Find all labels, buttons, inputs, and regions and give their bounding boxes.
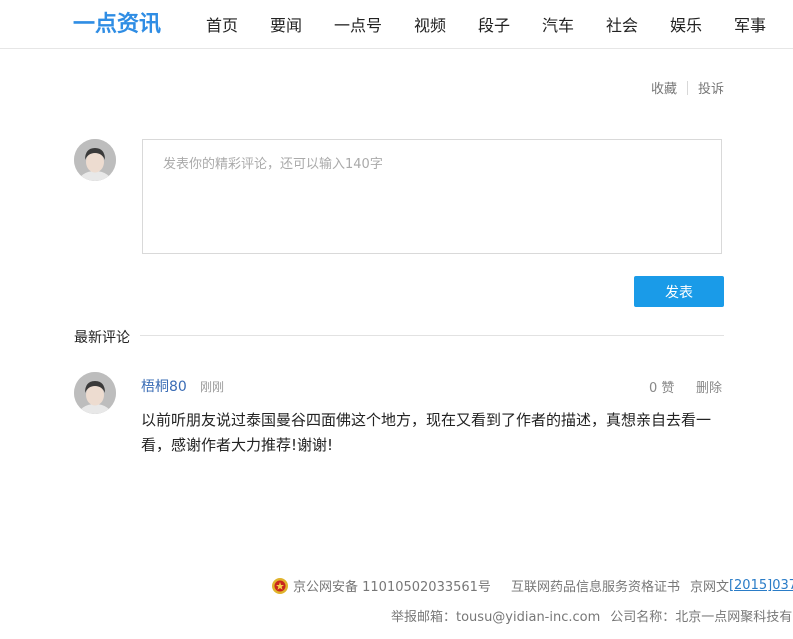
nav-item-auto[interactable]: 汽车	[542, 12, 574, 36]
latest-comments-heading: 最新评论	[74, 330, 130, 346]
like-button[interactable]: 0 赞	[649, 377, 674, 396]
report-email-text: 举报邮箱：tousu@yidian-inc.com	[391, 610, 601, 625]
nav-item-home[interactable]: 首页	[206, 12, 238, 36]
nav-item-military[interactable]: 军事	[734, 12, 766, 36]
nav-item-yidianhao[interactable]: 一点号	[334, 12, 382, 36]
nav-item-video[interactable]: 视频	[414, 12, 446, 36]
footer-license-row: 京公网安备 11010502033561号 互联网药品信息服务资格证书 京网文[20…	[271, 576, 793, 598]
avatar-image	[74, 372, 116, 414]
nav-item-society[interactable]: 社会	[606, 12, 638, 36]
article-actions: 收藏 投诉	[651, 78, 724, 97]
nav-item-news[interactable]: 要闻	[270, 12, 302, 36]
favorite-link[interactable]: 收藏	[651, 82, 677, 97]
nav-item-jokes[interactable]: 段子	[478, 12, 510, 36]
police-record-text[interactable]: 京公网安备 11010502033561号	[293, 580, 491, 595]
submit-comment-button[interactable]: 发表	[634, 276, 724, 307]
comment-input[interactable]	[142, 139, 722, 254]
report-link[interactable]: 投诉	[698, 82, 724, 97]
culture-license-link[interactable]: [2015]0377-	[729, 578, 793, 593]
delete-button[interactable]: 删除	[696, 377, 722, 396]
footer-contact-row: 举报邮箱：tousu@yidian-inc.com 公司名称：北京一点网聚科技有限	[391, 606, 793, 625]
top-navigation-bar: 一点资讯 首页 要闻 一点号 视频 段子 汽车 社会 娱乐 军事	[0, 0, 793, 49]
commenter-avatar[interactable]	[74, 372, 116, 414]
police-badge-icon	[272, 577, 288, 594]
company-name-text: 公司名称：北京一点网聚科技有限	[610, 610, 793, 625]
site-logo[interactable]: 一点资讯	[73, 6, 161, 37]
commenter-name[interactable]: 梧桐80	[141, 376, 187, 396]
comment-time: 刚刚	[200, 380, 225, 394]
drug-license-text[interactable]: 互联网药品信息服务资格证书	[511, 580, 680, 595]
divider	[686, 81, 688, 95]
culture-license-label: 京网文	[689, 580, 729, 595]
current-user-avatar	[74, 139, 116, 181]
comment-text: 以前听朋友说过泰国曼谷四面佛这个地方，现在又看到了作者的描述，真想亲自去看一看，…	[141, 411, 712, 454]
nav-item-entertainment[interactable]: 娱乐	[670, 12, 702, 36]
section-divider	[140, 335, 724, 336]
avatar-image	[74, 139, 116, 181]
